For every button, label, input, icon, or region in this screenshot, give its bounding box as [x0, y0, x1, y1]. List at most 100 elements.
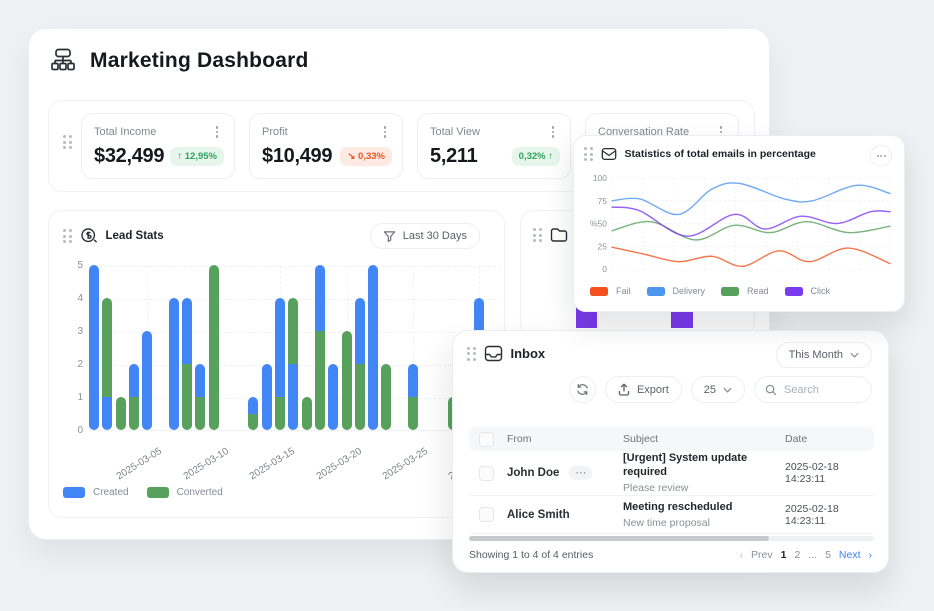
- y-tick-label: 4: [63, 293, 83, 304]
- bar-segment: [248, 397, 258, 414]
- search-icon: [765, 384, 777, 396]
- lead-stats-filter-button[interactable]: Last 30 Days: [370, 223, 480, 249]
- x-tick-label: 2025-03-05: [115, 446, 164, 482]
- lead-stats-drag-handle[interactable]: [63, 229, 72, 243]
- inbox-table: FromSubjectDate John Doe⋯[Urgent] System…: [469, 427, 874, 534]
- x-tick-label: 2025-03-25: [381, 446, 430, 482]
- x-tick-label: 2025-03-15: [248, 446, 297, 482]
- legend-item[interactable]: Fail: [590, 286, 631, 296]
- kebab-menu-icon[interactable]: [210, 124, 224, 140]
- y-tick-label: 2: [63, 359, 83, 370]
- y-tick-label: 0: [63, 425, 83, 436]
- page-size-dropdown[interactable]: 25: [691, 376, 745, 403]
- legend-item[interactable]: Delivery: [647, 286, 706, 296]
- legend-item[interactable]: Click: [785, 286, 831, 296]
- date-cell: 2025-02-18 14:23:11: [781, 503, 874, 527]
- bar-segment: [195, 364, 205, 397]
- table-row[interactable]: John Doe⋯[Urgent] System update required…: [469, 451, 874, 496]
- y-tick-label: 75: [598, 196, 608, 206]
- legend-label: Delivery: [673, 286, 706, 296]
- prev-page-button[interactable]: Prev: [751, 549, 773, 561]
- legend-item[interactable]: Converted: [147, 487, 223, 498]
- header-checkbox-cell: [469, 432, 503, 447]
- inbox-card: Inbox This Month: [452, 330, 889, 573]
- next-page-chevron[interactable]: ›: [869, 549, 873, 561]
- bar-segment: [355, 364, 365, 430]
- row-actions-button[interactable]: ⋯: [569, 466, 592, 480]
- page-number-1[interactable]: 1: [781, 549, 787, 561]
- bar: [315, 265, 325, 430]
- bar-segment: [328, 364, 338, 430]
- email-stats-more-button[interactable]: [870, 145, 892, 167]
- bar-segment: [142, 331, 152, 430]
- bar-segment: [248, 414, 258, 431]
- gridline: [89, 266, 501, 267]
- trend-badge: ↘ 0,33%: [340, 147, 392, 166]
- from-cell: Alice Smith: [503, 509, 619, 521]
- bar: [275, 298, 285, 430]
- folder-card-drag-handle[interactable]: [533, 228, 542, 242]
- legend-item[interactable]: Read: [721, 286, 769, 296]
- export-button[interactable]: Export: [605, 376, 682, 403]
- email-stats-drag-handle[interactable]: [584, 147, 593, 161]
- prev-page-chevron[interactable]: ‹: [740, 549, 744, 561]
- row-checkbox-cell: [469, 466, 503, 481]
- y-axis-label: %: [590, 219, 598, 229]
- legend-item[interactable]: Created: [63, 487, 129, 498]
- bar-segment: [315, 265, 325, 331]
- page-number-2[interactable]: 2: [794, 549, 800, 561]
- column-header: Subject: [619, 433, 781, 445]
- stats-drag-handle[interactable]: [63, 135, 72, 149]
- bar-segment: [182, 364, 192, 430]
- kebab-menu-icon[interactable]: [546, 124, 560, 140]
- row-checkbox[interactable]: [479, 507, 494, 522]
- table-row[interactable]: Alice Smith Meeting rescheduled New time p…: [469, 496, 874, 534]
- legend-swatch: [147, 487, 169, 498]
- bar-segment: [89, 265, 99, 430]
- search-field: [754, 376, 872, 403]
- legend-label: Fail: [616, 286, 631, 296]
- chevron-down-icon: [850, 352, 859, 358]
- stat-card-bottom: 5,2110,32% ↑: [430, 145, 560, 168]
- horizontal-scrollbar: [469, 536, 874, 541]
- bar: [262, 364, 272, 430]
- lead-stats-icon: [80, 227, 98, 245]
- legend-label: Click: [811, 286, 831, 296]
- line-series-delivery: [612, 183, 890, 215]
- bar-segment: [408, 364, 418, 397]
- lead-stats-card: Lead Stats Last 30 Days 543210 2025-03-0…: [48, 210, 505, 518]
- stat-card: Profit$10,499↘ 0,33%: [249, 113, 403, 179]
- page-size-value: 25: [704, 384, 716, 396]
- lead-stats-title: Lead Stats: [106, 230, 164, 242]
- row-checkbox[interactable]: [479, 466, 494, 481]
- page-number-...[interactable]: ...: [808, 549, 817, 561]
- stat-card-top: Total Income: [94, 124, 224, 140]
- subject-text: Meeting rescheduled: [623, 500, 777, 514]
- bar-segment: [342, 331, 352, 430]
- stat-value: $32,499: [94, 145, 164, 168]
- refresh-button[interactable]: [569, 376, 596, 403]
- search-input[interactable]: [784, 384, 861, 396]
- inbox-title: Inbox: [511, 346, 546, 361]
- select-all-checkbox[interactable]: [479, 432, 494, 447]
- inbox-period-dropdown[interactable]: This Month: [776, 342, 872, 368]
- bar: [89, 265, 99, 430]
- line-series-read: [612, 222, 890, 240]
- lead-stats-bar-chart: [89, 266, 501, 431]
- column-header: From: [503, 433, 619, 445]
- legend-swatch: [647, 287, 665, 296]
- kebab-menu-icon[interactable]: [378, 124, 392, 140]
- inbox-drag-handle[interactable]: [467, 347, 476, 361]
- from-cell: John Doe⋯: [503, 466, 619, 480]
- page-number-5[interactable]: 5: [825, 549, 831, 561]
- page-title: Marketing Dashboard: [90, 49, 309, 73]
- subject-cell: Meeting rescheduled New time proposal: [619, 500, 781, 530]
- bar-segment: [195, 397, 205, 430]
- export-icon: [618, 383, 630, 396]
- stat-label: Total View: [430, 126, 480, 138]
- scrollbar-thumb[interactable]: [469, 536, 769, 541]
- subject-preview: New time proposal: [623, 516, 777, 530]
- y-tick-label: 1: [63, 392, 83, 403]
- next-page-button[interactable]: Next: [839, 549, 861, 561]
- y-tick-label: 5: [63, 260, 83, 271]
